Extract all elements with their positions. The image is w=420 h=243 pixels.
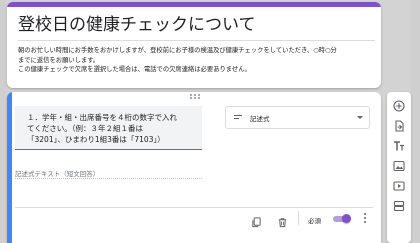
form-description-line: この健康チェックで欠席を選択した場合は、電話での欠席連絡は必要ありません。 <box>18 66 251 73</box>
short-answer-icon <box>234 115 242 121</box>
answer-underline <box>15 178 202 179</box>
drag-handle-icon[interactable] <box>190 94 200 99</box>
add-title-icon[interactable] <box>393 140 405 152</box>
chevron-down-icon <box>357 116 363 119</box>
form-header-card[interactable]: 登校日の健康チェックについて 朝のお忙しい時間にお手数をおかけしますが、登校前に… <box>7 2 381 88</box>
active-question-indicator <box>7 92 12 243</box>
question-text-line: てください。（例：３年２組１番は <box>27 124 144 133</box>
add-question-icon[interactable] <box>393 100 405 112</box>
form-description[interactable]: 朝のお忙しい時間にお手数をおかけしますが、登校前にお子様の検温及び健康チェックを… <box>18 46 378 75</box>
form-title[interactable]: 登校日の健康チェックについて <box>18 14 368 36</box>
add-section-icon[interactable] <box>393 200 405 212</box>
question-text: １．学年・組・出席番号を４桁の数字で入れ てください。（例：３年２組１番は 「3… <box>27 112 203 145</box>
header-accent-stripe <box>7 2 381 7</box>
form-description-line: までに返信をお願いします。 <box>18 56 100 64</box>
question-type-dropdown[interactable]: 記述式 <box>225 106 370 129</box>
delete-icon[interactable] <box>277 213 288 228</box>
answer-placeholder: 記述式テキスト（短文回答） <box>15 170 100 178</box>
required-toggle[interactable] <box>332 214 352 223</box>
background-left <box>0 0 6 243</box>
footer-separator <box>298 211 299 225</box>
import-questions-icon[interactable] <box>393 120 405 132</box>
duplicate-icon[interactable] <box>251 213 262 228</box>
question-card[interactable]: １．学年・組・出席番号を４桁の数字で入れ てください。（例：３年２組１番は 「3… <box>7 92 381 243</box>
required-label: 必須 <box>308 217 321 225</box>
add-image-icon[interactable] <box>393 160 405 172</box>
question-type-label: 記述式 <box>250 115 270 123</box>
card-footer-divider <box>15 207 373 208</box>
title-underline <box>18 40 375 41</box>
question-text-line: 「3201」、ひまわり1組3番は「7103」） <box>27 135 165 144</box>
floating-toolbar <box>387 92 411 243</box>
question-text-line: １．学年・組・出席番号を４桁の数字で入れ <box>27 113 177 122</box>
form-description-line: 朝のお忙しい時間にお手数をおかけしますが、登校前にお子様の検温及び健康チェックを… <box>18 47 337 54</box>
question-title-input[interactable]: １．学年・組・出席番号を４桁の数字で入れ てください。（例：３年２組１番は 「3… <box>15 106 202 150</box>
toggle-knob <box>342 214 351 223</box>
add-video-icon[interactable] <box>393 180 405 192</box>
more-options-icon[interactable] <box>363 213 367 225</box>
background-right <box>411 0 420 243</box>
